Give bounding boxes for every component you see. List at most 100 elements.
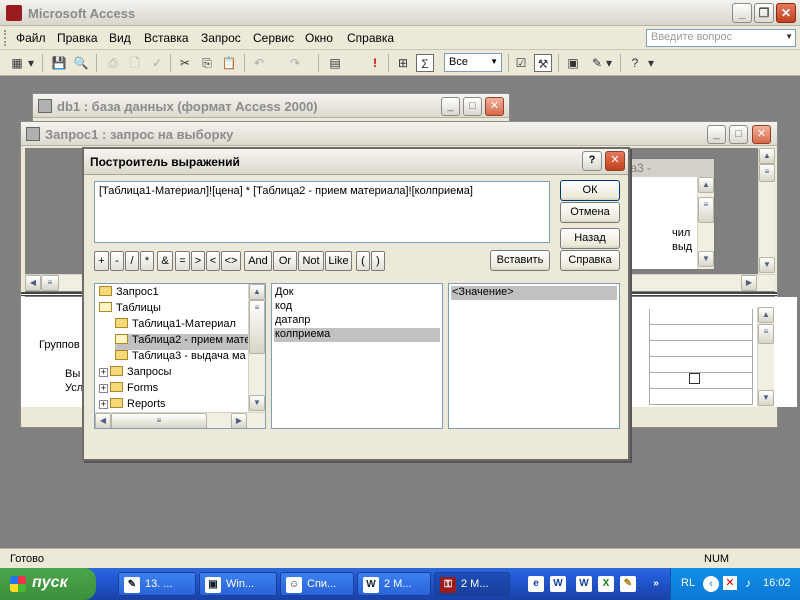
scroll-up-icon[interactable]: ▲ (759, 148, 775, 164)
copy-icon[interactable]: ⎘ (198, 54, 216, 72)
minimize-button[interactable]: _ (732, 3, 752, 23)
language-indicator[interactable]: RL (681, 577, 695, 589)
start-button[interactable]: пуск (0, 568, 96, 600)
menu-window[interactable]: Окно (305, 31, 333, 45)
run-icon[interactable]: ! (366, 54, 384, 72)
op-greater-button[interactable]: > (191, 251, 205, 271)
ask-question-input[interactable]: Введите вопрос ▼ (646, 29, 796, 47)
scroll-thumb[interactable]: ≡ (698, 197, 714, 223)
db-maximize-button[interactable]: □ (463, 97, 482, 116)
db-minimize-button[interactable]: _ (441, 97, 460, 116)
print-icon[interactable]: ⎙ (104, 54, 122, 72)
dialog-titlebar[interactable]: Построитель выражений ? ✕ (84, 149, 628, 175)
scroll-thumb[interactable]: ≡ (759, 164, 775, 182)
totals-sigma-icon[interactable]: Σ (416, 54, 434, 72)
op-plus-button[interactable]: + (94, 251, 109, 271)
menu-query[interactable]: Запрос (201, 31, 241, 45)
scroll-up-icon[interactable]: ▲ (758, 307, 774, 323)
task-button[interactable]: W 2 М... (357, 572, 431, 596)
scroll-down-icon[interactable]: ▼ (698, 251, 714, 267)
scroll-thumb[interactable]: ≡ (111, 413, 207, 428)
expand-chevron-icon[interactable]: » (648, 576, 664, 592)
search-icon[interactable]: 🔍 (72, 54, 90, 72)
menu-edit[interactable]: Правка (57, 31, 98, 45)
excel-icon[interactable]: X (598, 576, 614, 592)
task-button[interactable]: ✎ 13. ... (118, 572, 196, 596)
op-equal-button[interactable]: = (175, 251, 190, 271)
op-multiply-button[interactable]: * (140, 251, 154, 271)
tree-item-query1[interactable]: Запрос1 (99, 286, 159, 302)
query-type-icon[interactable]: ▤ (326, 54, 344, 72)
db-close-button[interactable]: ✕ (485, 97, 504, 116)
op-open-paren-button[interactable]: ( (356, 251, 370, 271)
op-not-button[interactable]: Not (298, 251, 324, 271)
tree-vscrollbar[interactable]: ▲ ≡ ▼ (248, 284, 265, 412)
insert-button[interactable]: Вставить (490, 250, 550, 271)
properties-icon[interactable]: ☑ (512, 54, 530, 72)
task-button[interactable]: ▣ Win... (199, 572, 277, 596)
cancel-button[interactable]: Отмена (560, 202, 620, 223)
pencil-icon[interactable]: ✎ (620, 576, 636, 592)
cut-icon[interactable]: ✂ (176, 54, 194, 72)
object-tree[interactable]: Запрос1 Таблицы Таблица1-Материал Таблиц… (94, 283, 266, 429)
new-object-dropdown-icon[interactable]: ▾ (604, 54, 614, 72)
tree-item-table2[interactable]: Таблица2 - прием мате (115, 334, 253, 350)
tree-item-table1[interactable]: Таблица1-Материал (115, 318, 236, 334)
top-values-select[interactable]: Все ▼ (444, 53, 502, 72)
ie-icon[interactable]: e (528, 576, 544, 592)
expression-input[interactable]: [Таблица1-Материал]![цена] * [Таблица2 -… (94, 181, 550, 243)
close-button[interactable]: ✕ (776, 3, 796, 23)
op-like-button[interactable]: Like (325, 251, 352, 271)
field-list[interactable]: Док код датапр колприема (271, 283, 443, 429)
value-item-selected[interactable]: <Значение> (451, 286, 617, 300)
tree-item-forms[interactable]: + Forms (99, 382, 158, 398)
op-minus-button[interactable]: - (110, 251, 124, 271)
op-not-equal-button[interactable]: <> (221, 251, 241, 271)
expand-plus-icon[interactable]: + (99, 368, 108, 377)
menu-help[interactable]: Справка (347, 31, 394, 45)
scroll-up-icon[interactable]: ▲ (698, 177, 714, 193)
op-less-button[interactable]: < (206, 251, 220, 271)
word-icon[interactable]: W (550, 576, 566, 592)
show-checkbox[interactable] (689, 373, 700, 384)
upper-vscrollbar[interactable]: ▲ ≡ ▼ (758, 148, 775, 274)
scroll-up-icon[interactable]: ▲ (249, 284, 265, 300)
ok-button[interactable]: ОК (560, 180, 620, 201)
database-window-titlebar[interactable]: db1 : база данных (формат Access 2000) _… (33, 94, 509, 118)
menu-view[interactable]: Вид (109, 31, 131, 45)
scroll-thumb[interactable]: ≡ (41, 275, 59, 291)
undo-icon[interactable]: ↶ (250, 54, 268, 72)
spelling-icon[interactable]: ✓ (148, 54, 166, 72)
redo-icon[interactable]: ↷ (286, 54, 304, 72)
design-grid[interactable] (649, 309, 773, 405)
query-close-button[interactable]: ✕ (752, 125, 771, 144)
grid-column[interactable] (649, 309, 753, 405)
scroll-right-icon[interactable]: ▶ (231, 413, 247, 428)
field-item[interactable]: код (274, 300, 440, 314)
view-dropdown-icon[interactable]: ▾ (26, 54, 36, 72)
field-item-selected[interactable]: колприема (274, 328, 440, 342)
value-list[interactable]: <Значение> (448, 283, 620, 429)
scroll-left-icon[interactable]: ◀ (95, 413, 111, 428)
tree-item-queries[interactable]: + Запросы (99, 366, 171, 382)
toolbar-options-icon[interactable]: ▾ (646, 54, 656, 72)
op-divide-button[interactable]: / (125, 251, 139, 271)
back-button[interactable]: Назад (560, 228, 620, 249)
menu-file[interactable]: Файл (16, 31, 46, 45)
show-table-icon[interactable]: ⊞ (394, 54, 412, 72)
save-icon[interactable]: 💾 (50, 54, 68, 72)
op-concat-button[interactable]: & (157, 251, 173, 271)
op-and-button[interactable]: And (244, 251, 272, 271)
tree-hscrollbar[interactable]: ◀ ≡ ▶ (95, 412, 265, 428)
print-preview-icon[interactable]: 🗋 (126, 54, 144, 72)
task-button[interactable]: ☺ Спи... (280, 572, 354, 596)
tree-item-tables[interactable]: Таблицы (99, 302, 161, 318)
lower-vscrollbar[interactable]: ▲ ≡ ▼ (757, 307, 774, 407)
chevron-left-icon[interactable]: ‹ (703, 576, 719, 592)
help-button[interactable]: Справка (560, 250, 620, 271)
expand-plus-icon[interactable]: + (99, 400, 108, 409)
dialog-close-button[interactable]: ✕ (605, 151, 625, 171)
field-item[interactable]: Док (274, 286, 440, 300)
scroll-thumb[interactable]: ≡ (758, 324, 774, 344)
help-icon[interactable]: ? (626, 54, 644, 72)
